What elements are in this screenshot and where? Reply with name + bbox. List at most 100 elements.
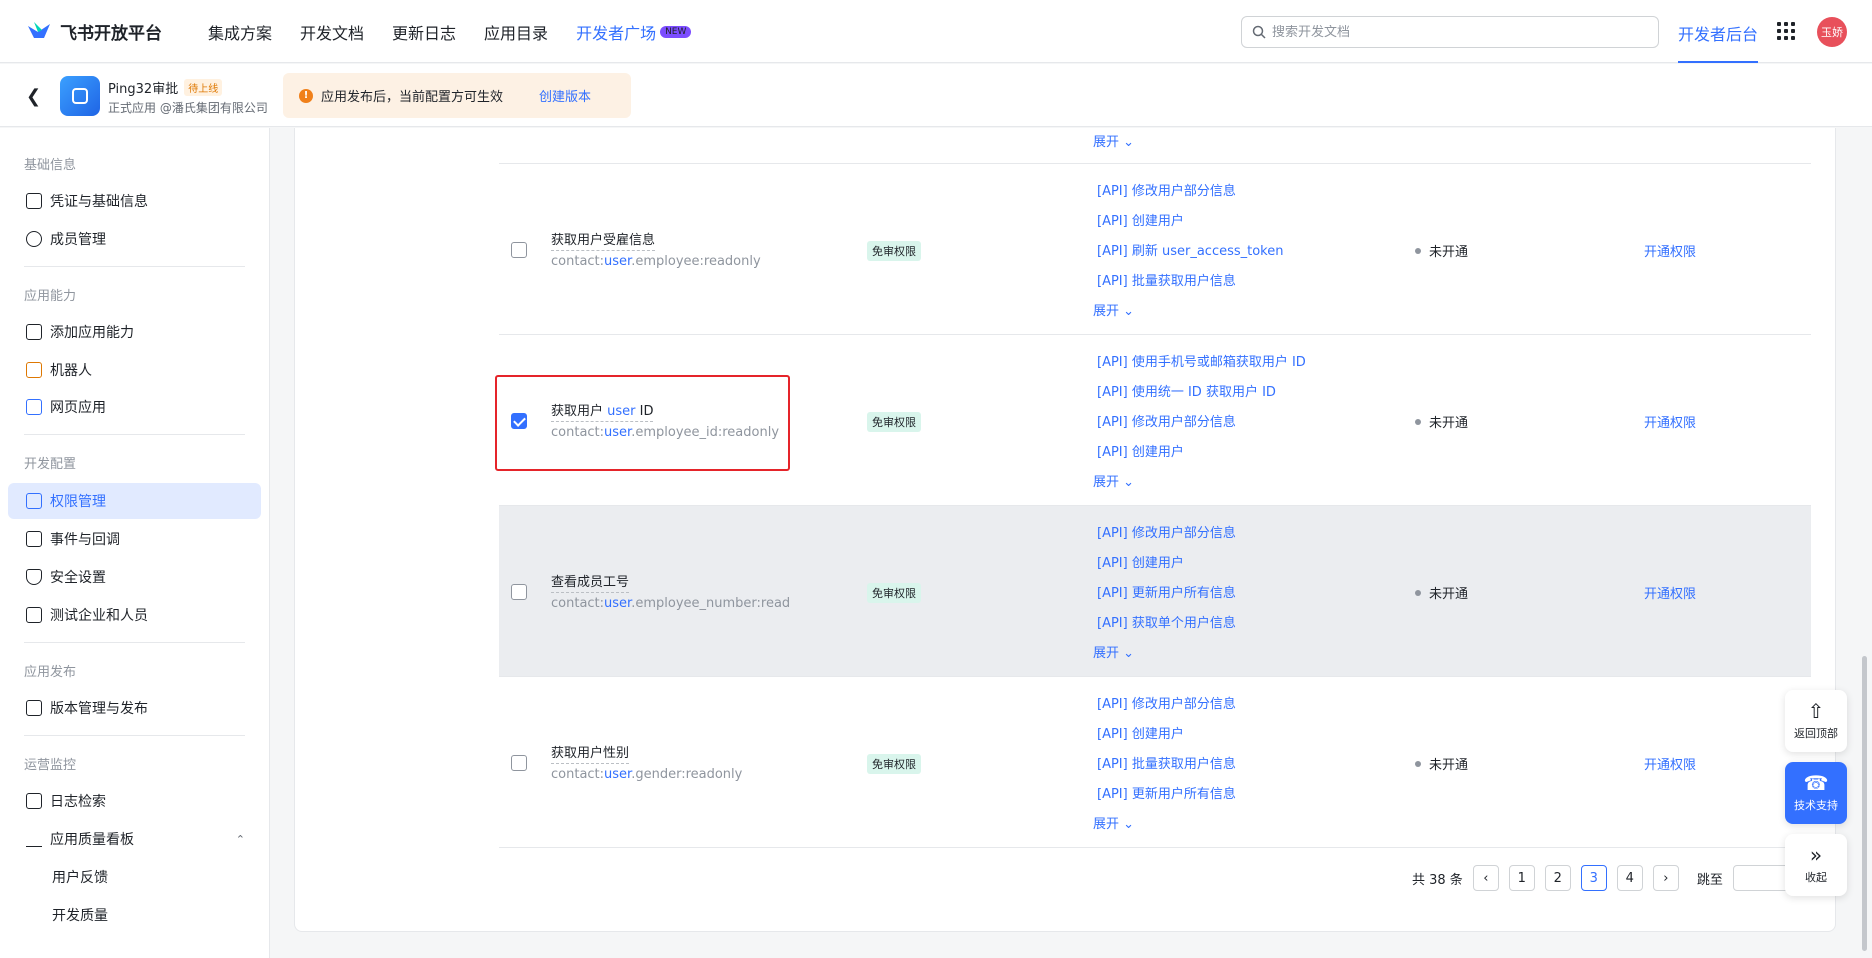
collapse-button[interactable]: » 收起 xyxy=(1785,834,1847,896)
status-dot xyxy=(1415,418,1421,425)
sidebar-item-security[interactable]: 安全设置 xyxy=(8,559,261,595)
api-link[interactable]: [API] 创建用户 xyxy=(1097,723,1184,742)
developer-console-link[interactable]: 开发者后台 xyxy=(1678,21,1758,45)
sidebar-item-dev-quality[interactable]: 开发质量 xyxy=(8,897,261,933)
divider xyxy=(24,642,245,643)
api-link[interactable]: [API] 修改用户部分信息 xyxy=(1097,693,1236,712)
permission-tag: 免审权限 xyxy=(867,241,921,261)
sidebar-item-label: 成员管理 xyxy=(50,232,106,248)
api-link[interactable]: [API] 使用统一 ID 获取用户 ID xyxy=(1097,381,1276,400)
nav-app-directory[interactable]: 应用目录 xyxy=(484,20,548,44)
page-button[interactable]: 1 xyxy=(1508,865,1535,891)
enable-permission-link[interactable]: 开通权限 xyxy=(1644,583,1696,602)
back-arrow-icon[interactable]: ❮ xyxy=(26,86,41,107)
api-link[interactable]: [API] 修改用户部分信息 xyxy=(1097,411,1236,430)
sidebar-item-credentials[interactable]: 凭证与基础信息 xyxy=(8,183,261,219)
sidebar-item-add-capability[interactable]: 添加应用能力 xyxy=(8,314,261,350)
row-checkbox[interactable] xyxy=(511,755,527,771)
page-button[interactable]: 4 xyxy=(1616,865,1643,891)
api-link[interactable]: [API] 批量获取用户信息 xyxy=(1097,270,1236,289)
create-version-link[interactable]: 创建版本 xyxy=(539,86,591,105)
new-badge: NEW xyxy=(660,26,692,38)
credentials-icon xyxy=(26,193,42,209)
publish-notice-banner: ! 应用发布后，当前配置方可生效 创建版本 xyxy=(283,73,631,118)
nav-changelog[interactable]: 更新日志 xyxy=(392,20,456,44)
expand-toggle[interactable]: 展开 ⌄ xyxy=(1093,471,1134,490)
back-to-top-button[interactable]: ⇧ 返回顶部 xyxy=(1785,690,1847,752)
sidebar-item-test-tenants[interactable]: 测试企业和人员 xyxy=(8,597,261,633)
shield-icon xyxy=(26,569,42,585)
sidebar-item-user-feedback[interactable]: 用户反馈 xyxy=(8,859,261,895)
search-box[interactable] xyxy=(1241,16,1659,48)
api-link[interactable]: [API] 使用手机号或邮箱获取用户 ID xyxy=(1097,351,1306,370)
api-link[interactable]: [API] 创建用户 xyxy=(1097,441,1184,460)
page-button-current[interactable]: 3 xyxy=(1580,865,1607,891)
expand-toggle[interactable]: 展开 ⌄ xyxy=(1093,300,1134,319)
api-link[interactable]: [API] 创建用户 xyxy=(1097,210,1184,229)
app-grid-icon[interactable] xyxy=(1777,22,1795,40)
sidebar-item-versions[interactable]: 版本管理与发布 xyxy=(8,690,261,726)
search-input[interactable] xyxy=(1272,24,1632,40)
sidebar-item-label: 网页应用 xyxy=(50,400,106,416)
sidebar-item-log-search[interactable]: 日志检索 xyxy=(8,783,261,819)
jump-page-input[interactable] xyxy=(1732,865,1793,891)
nav-developer-plaza[interactable]: 开发者广场 NEW xyxy=(576,20,692,44)
app-icon xyxy=(60,76,100,116)
expand-toggle[interactable]: 展开 ⌄ xyxy=(1093,813,1134,832)
feishu-logo[interactable]: 飞书开放平台 xyxy=(26,19,162,44)
scrollbar[interactable] xyxy=(1862,656,1867,951)
enable-permission-link[interactable]: 开通权限 xyxy=(1644,754,1696,773)
enable-permission-link[interactable]: 开通权限 xyxy=(1644,241,1696,260)
sidebar-item-events[interactable]: 事件与回调 xyxy=(8,521,261,557)
permission-name[interactable]: 查看成员工号 xyxy=(551,571,630,593)
web-app-icon xyxy=(26,399,42,415)
api-link[interactable]: [API] 获取单个用户信息 xyxy=(1097,612,1236,631)
nav-solutions[interactable]: 集成方案 xyxy=(208,20,272,44)
sidebar-item-label: 事件与回调 xyxy=(50,532,120,548)
enable-permission-link[interactable]: 开通权限 xyxy=(1644,412,1696,431)
sidebar-item-quality-board[interactable]: 应用质量看板 ⌃ xyxy=(8,821,261,857)
search-icon xyxy=(1252,25,1266,39)
user-avatar[interactable]: 玉娇 xyxy=(1817,17,1847,47)
api-link[interactable]: [API] 刷新 user_access_token xyxy=(1097,240,1284,259)
nav-developer-plaza-label: 开发者广场 xyxy=(576,24,657,43)
sidebar-item-members[interactable]: 成员管理 xyxy=(8,221,261,257)
next-page-button[interactable]: › xyxy=(1652,865,1679,891)
sidebar-item-label: 日志检索 xyxy=(50,794,106,810)
sidebar-section-monitoring: 运营监控 xyxy=(24,758,77,773)
table-row: 获取用户受雇信息 contact:user.employee:readonly … xyxy=(499,163,1811,334)
permission-icon xyxy=(26,493,42,509)
permission-status: 未开通 xyxy=(1415,754,1468,773)
code-icon xyxy=(26,607,42,623)
api-link[interactable]: [API] 更新用户所有信息 xyxy=(1097,582,1236,601)
api-link[interactable]: [API] 更新用户所有信息 xyxy=(1097,783,1236,802)
permission-code: contact:user.employee_number:read xyxy=(551,596,791,611)
sidebar-item-web-app[interactable]: 网页应用 xyxy=(8,389,261,425)
api-link[interactable]: [API] 修改用户部分信息 xyxy=(1097,522,1236,541)
sidebar-item-permissions[interactable]: 权限管理 xyxy=(8,483,261,519)
log-search-icon xyxy=(26,793,42,809)
total-count: 共 38 条 xyxy=(1412,872,1463,888)
expand-toggle[interactable]: 展开 ⌄ xyxy=(1093,131,1134,150)
sidebar-item-label: 机器人 xyxy=(50,363,92,379)
collapse-label: 收起 xyxy=(1805,871,1827,884)
sidebar-item-bot[interactable]: 机器人 xyxy=(8,352,261,388)
api-link[interactable]: [API] 批量获取用户信息 xyxy=(1097,753,1236,772)
status-dot xyxy=(1415,760,1421,767)
tech-support-button[interactable]: ☎ 技术支持 xyxy=(1785,762,1847,824)
prev-page-button[interactable]: ‹ xyxy=(1472,865,1499,891)
nav-docs[interactable]: 开发文档 xyxy=(300,20,364,44)
expand-toggle[interactable]: 展开 ⌄ xyxy=(1093,642,1134,661)
permission-name[interactable]: 获取用户性别 xyxy=(551,742,630,764)
api-link[interactable]: [API] 修改用户部分信息 xyxy=(1097,180,1236,199)
chevron-up-icon[interactable]: ⌃ xyxy=(236,833,245,846)
table-bottom-border xyxy=(499,847,1811,848)
page-button[interactable]: 2 xyxy=(1544,865,1571,891)
back-to-top-label: 返回顶部 xyxy=(1794,727,1838,740)
api-link[interactable]: [API] 创建用户 xyxy=(1097,552,1184,571)
row-checkbox[interactable] xyxy=(511,584,527,600)
permission-name[interactable]: 获取用户受雇信息 xyxy=(551,229,656,251)
app-subtitle: 正式应用 @潘氏集团有限公司 xyxy=(108,101,268,115)
row-checkbox[interactable] xyxy=(511,242,527,258)
divider xyxy=(24,434,245,435)
